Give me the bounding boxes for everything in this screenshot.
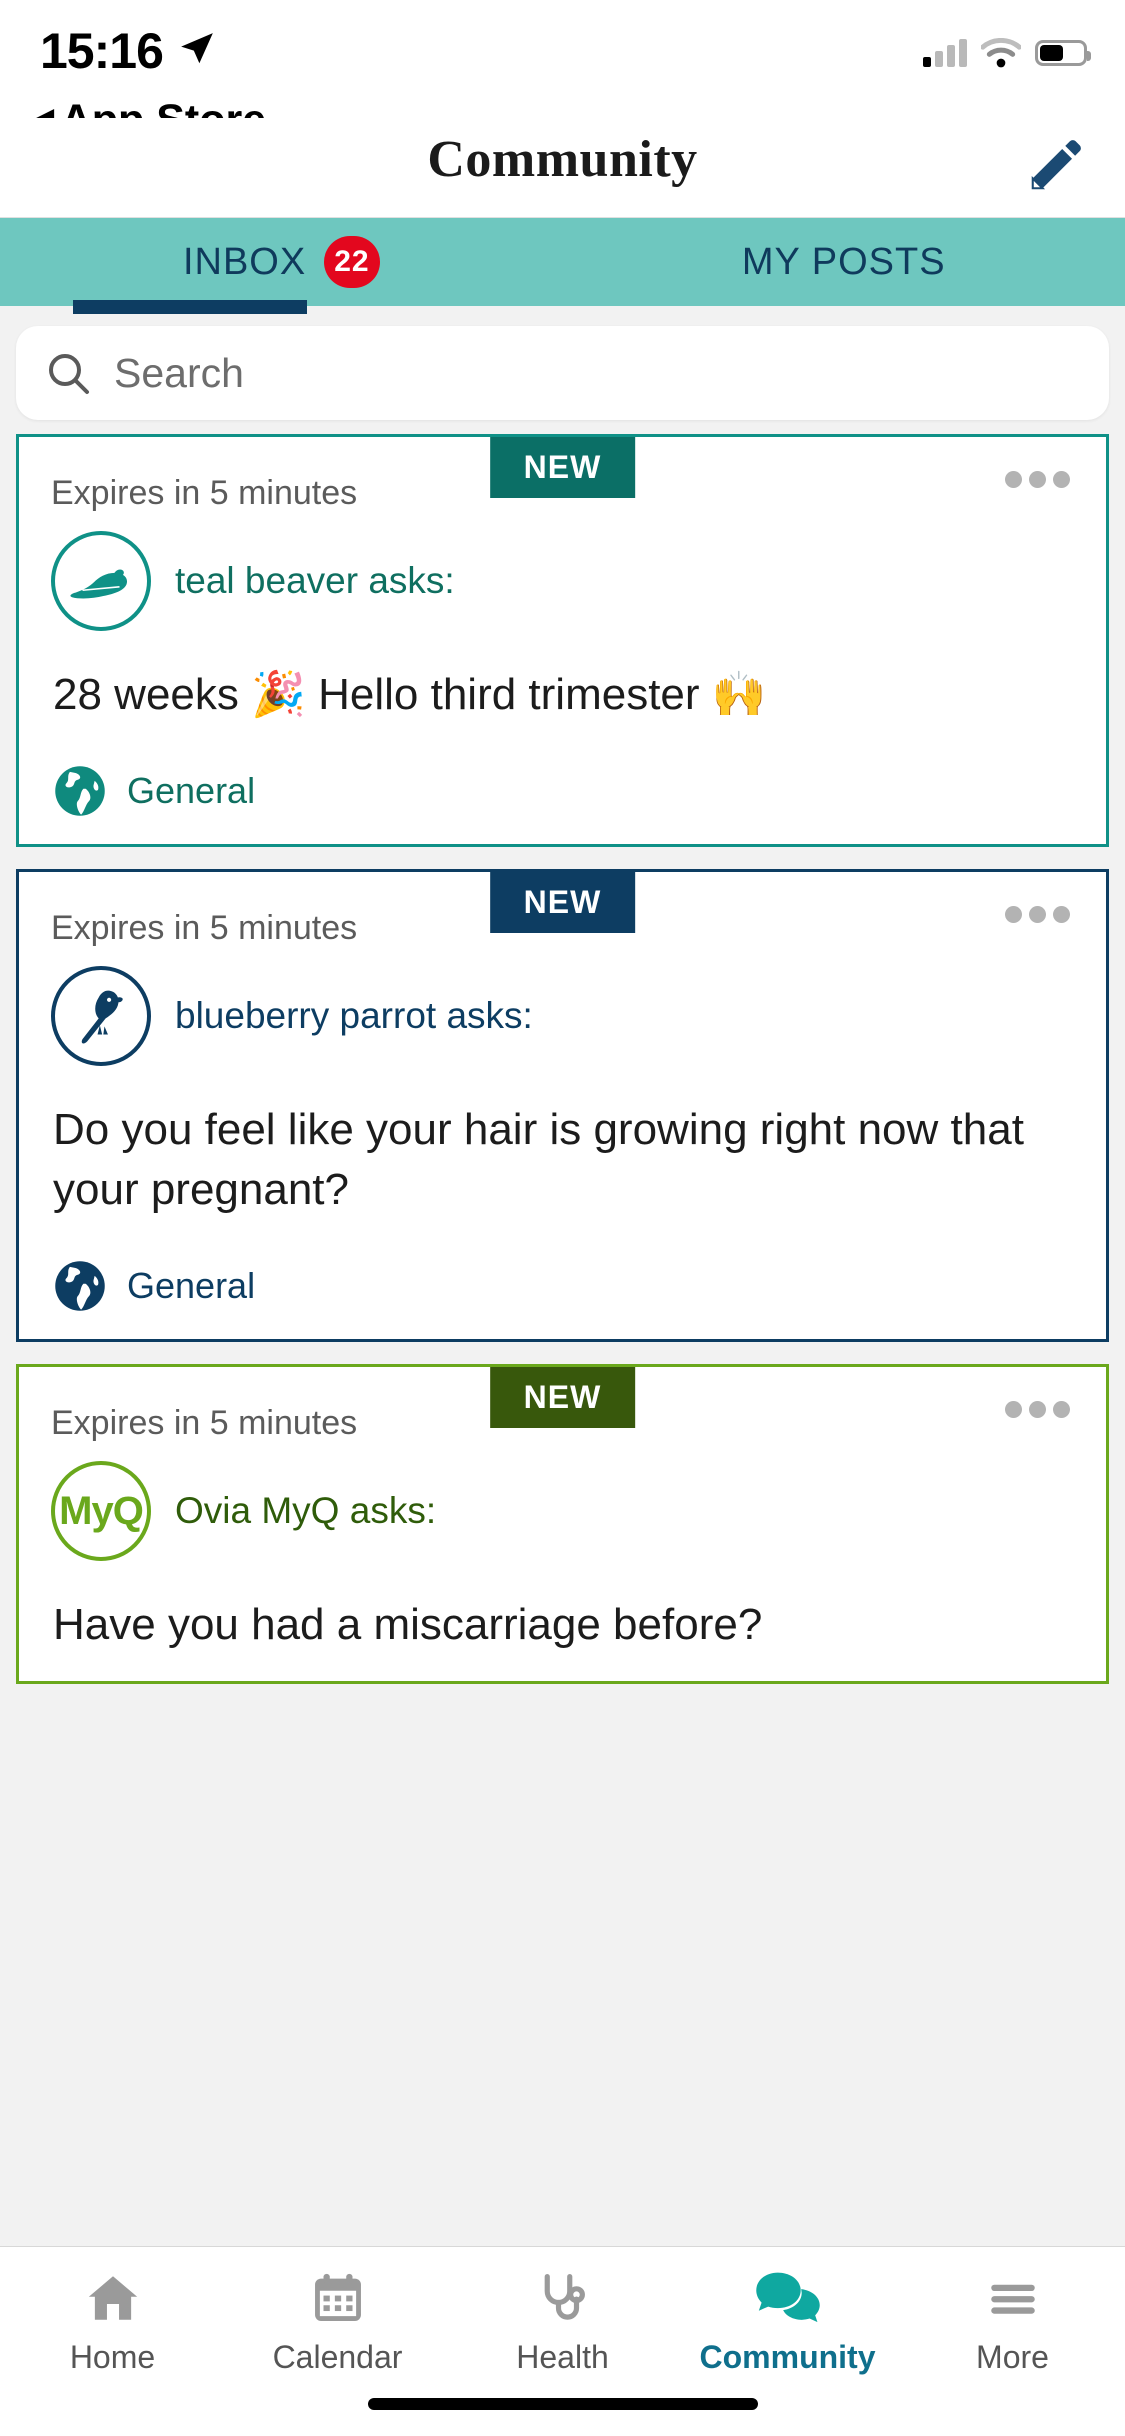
expiry-label: Expires in 5 minutes — [51, 1403, 358, 1442]
wifi-icon — [981, 38, 1021, 68]
bottom-nav-more-label: More — [976, 2339, 1049, 2375]
search-icon — [49, 354, 89, 394]
parrot-avatar-icon — [51, 966, 151, 1067]
post-card[interactable]: NEW Expires in 5 minutes blueberry parro… — [16, 869, 1109, 1343]
cellular-signal-icon — [923, 39, 967, 67]
pencil-compose-icon[interactable] — [1025, 134, 1087, 201]
post-card[interactable]: NEW Expires in 5 minutes teal beaver ask… — [16, 434, 1109, 848]
app-screen: 15:16 ◀ App Store Community — [0, 0, 1125, 2436]
bottom-nav-health[interactable]: Health — [450, 2269, 675, 2376]
post-card[interactable]: NEW Expires in 5 minutes MyQ Ovia MyQ as… — [16, 1364, 1109, 1684]
bottom-nav-more[interactable]: More — [900, 2269, 1125, 2376]
bottom-nav-community-label: Community — [699, 2339, 876, 2375]
post-author-name: blueberry parrot asks: — [175, 995, 533, 1037]
post-body-text: Do you feel like your hair is growing ri… — [53, 1105, 1024, 1214]
expiry-label: Expires in 5 minutes — [51, 908, 358, 947]
bottom-nav-calendar[interactable]: Calendar — [225, 2269, 450, 2376]
status-bar: 15:16 ◀ App Store — [0, 0, 1125, 144]
home-icon — [88, 2276, 137, 2320]
globe-icon — [55, 766, 105, 817]
location-arrow-icon — [178, 30, 216, 73]
bottom-nav-home[interactable]: Home — [0, 2269, 225, 2376]
post-category-label: General — [127, 1265, 256, 1307]
post-card-header: Expires in 5 minutes — [19, 1367, 1106, 1445]
myq-avatar-label: MyQ — [59, 1488, 144, 1533]
nav-header: Community — [0, 118, 1125, 218]
calendar-icon — [314, 2273, 361, 2321]
expiry-label: Expires in 5 minutes — [51, 473, 358, 512]
post-author-row: MyQ Ovia MyQ asks: — [19, 1445, 1106, 1562]
post-feed[interactable]: NEW Expires in 5 minutes teal beaver ask… — [0, 434, 1125, 2436]
more-options-icon[interactable] — [1005, 1401, 1070, 1419]
post-category-label: General — [127, 770, 256, 812]
post-category-row[interactable]: General — [19, 724, 1106, 818]
more-options-icon[interactable] — [1005, 471, 1070, 488]
post-body-text: 28 weeks 🎉 Hello third trimester 🙌 — [53, 670, 767, 719]
tab-inbox-label: INBOX — [182, 240, 307, 283]
post-author-row: teal beaver asks: — [19, 515, 1106, 631]
bottom-nav-health-label: Health — [516, 2339, 609, 2375]
status-indicators — [923, 38, 1091, 68]
tab-my-posts-label: MY POSTS — [741, 240, 946, 283]
status-time: 15:16 — [40, 23, 164, 79]
tab-inbox[interactable]: INBOX 22 — [0, 218, 563, 306]
search-container: Search — [0, 306, 1125, 434]
globe-icon — [55, 1261, 105, 1311]
hamburger-menu-icon — [990, 2284, 1035, 2314]
beaver-avatar-icon — [51, 531, 151, 631]
stethoscope-icon — [544, 2274, 585, 2320]
post-author-row: blueberry parrot asks: — [19, 950, 1106, 1067]
post-body-text: Have you had a miscarriage before? — [53, 1600, 763, 1650]
inbox-unread-badge: 22 — [324, 236, 380, 288]
tab-my-posts[interactable]: MY POSTS — [563, 218, 1125, 306]
myq-avatar-icon: MyQ — [51, 1461, 151, 1562]
chat-bubbles-icon — [755, 2272, 820, 2323]
bottom-nav-home-label: Home — [69, 2339, 156, 2375]
post-author-name: Ovia MyQ asks: — [175, 1490, 437, 1532]
bottom-nav-community[interactable]: Community — [675, 2269, 900, 2376]
active-tab-indicator — [73, 300, 307, 314]
search-input[interactable]: Search — [114, 350, 244, 397]
page-title: Community — [427, 131, 698, 188]
home-indicator — [367, 2398, 758, 2410]
post-author-name: teal beaver asks: — [175, 560, 455, 601]
post-category-row[interactable]: General — [19, 1219, 1106, 1313]
more-options-icon[interactable] — [1005, 906, 1070, 924]
segmented-tab-bar: INBOX 22 MY POSTS — [0, 218, 1125, 314]
post-card-header: Expires in 5 minutes — [19, 872, 1106, 950]
post-card-header: Expires in 5 minutes — [19, 437, 1106, 515]
battery-icon — [1035, 40, 1091, 66]
bottom-nav-calendar-label: Calendar — [272, 2339, 403, 2375]
search-bar[interactable]: Search — [16, 326, 1109, 420]
